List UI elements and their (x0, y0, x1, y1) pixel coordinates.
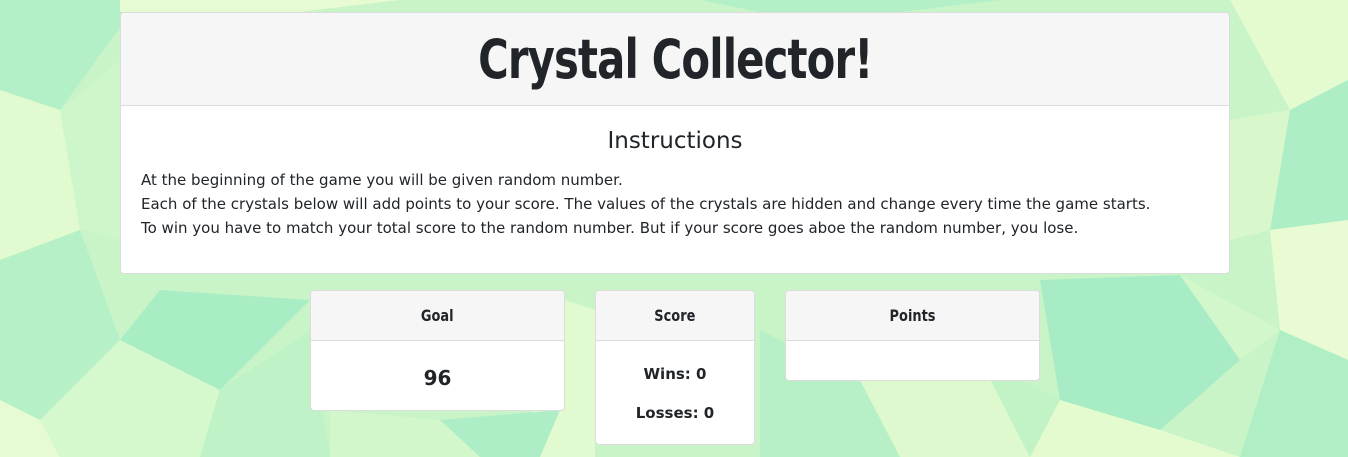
page-title: Crystal Collector! (477, 27, 873, 91)
points-card: Points (785, 290, 1040, 381)
losses-count: Losses: 0 (635, 404, 715, 422)
points-header: Points (786, 291, 1039, 341)
instructions-section: Instructions At the beginning of the gam… (121, 128, 1229, 240)
header-card: Crystal Collector! Instructions At the b… (120, 12, 1230, 274)
instruction-line-2: Each of the crystals below will add poin… (141, 195, 1151, 213)
score-label: Score (654, 306, 696, 325)
score-card: Score Wins: 0 Losses: 0 (595, 290, 755, 445)
points-label: Points (889, 306, 936, 325)
instructions-heading: Instructions (607, 128, 743, 154)
goal-header: Goal (311, 291, 564, 341)
wins-count: Wins: 0 (643, 365, 707, 383)
goal-card: Goal 96 (310, 290, 565, 411)
instruction-line-3: To win you have to match your total scor… (141, 219, 1079, 237)
header-banner: Crystal Collector! (121, 13, 1229, 106)
points-value (786, 341, 1039, 351)
instruction-line-1: At the beginning of the game you will be… (141, 171, 623, 189)
goal-label: Goal (421, 306, 454, 325)
goal-value: 96 (423, 366, 452, 390)
score-header: Score (596, 291, 754, 341)
